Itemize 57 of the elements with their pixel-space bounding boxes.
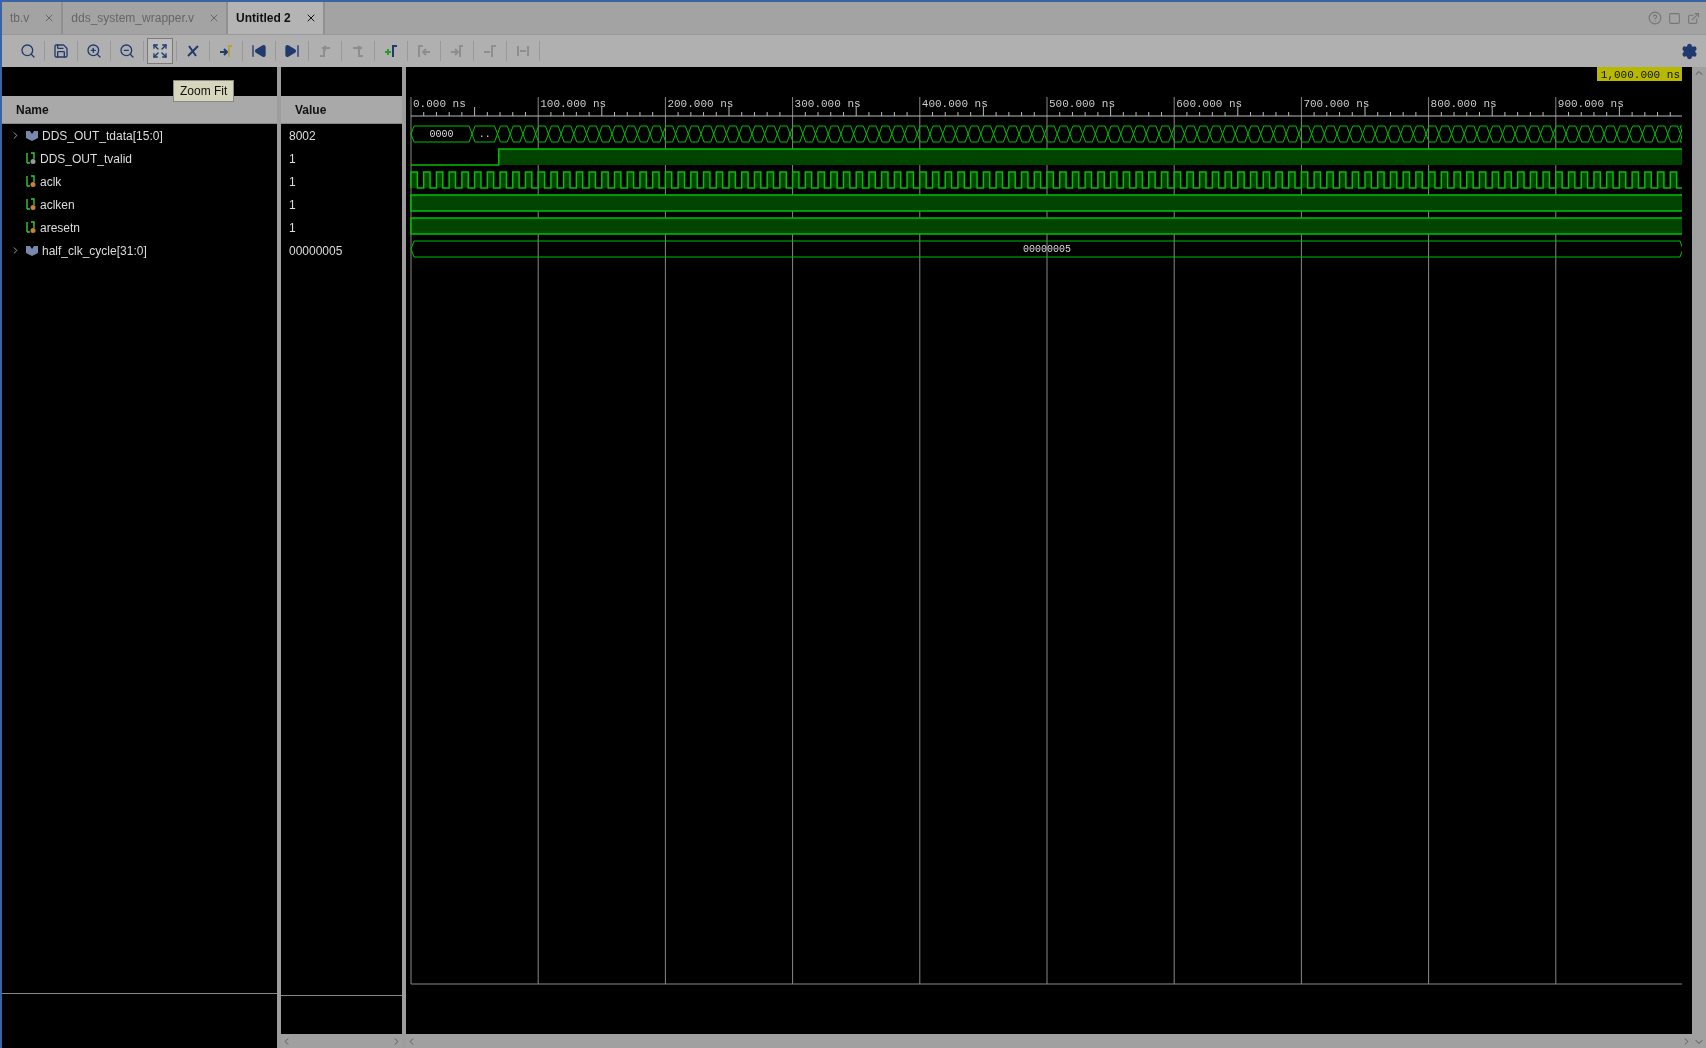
time-label: 600.000 ns	[1176, 98, 1243, 110]
expand-arrows-icon	[152, 43, 168, 59]
toolbar-button[interactable]	[147, 38, 173, 64]
crossed-cursor-icon	[185, 43, 201, 59]
value-column-header[interactable]: Value	[281, 96, 402, 124]
float-icon[interactable]	[1687, 11, 1700, 25]
bus-value: 0000	[429, 129, 454, 140]
step-right-icon	[350, 43, 366, 59]
signal-name[interactable]: aclken	[40, 197, 75, 212]
signal-name[interactable]: half_clk_cycle[31:0]	[42, 243, 147, 258]
search-icon	[20, 43, 36, 59]
wire-icon	[26, 175, 36, 188]
time-label: 900.000 ns	[1557, 98, 1624, 110]
zoom-in-icon	[86, 43, 102, 59]
maximize-icon[interactable]	[1668, 11, 1681, 25]
span-icon	[515, 43, 531, 59]
signal-value: 00000005	[289, 243, 343, 258]
zoom-out-icon	[119, 43, 135, 59]
marker-icon	[482, 43, 498, 59]
help-icon[interactable]	[1648, 11, 1662, 25]
signal-value: 1	[289, 174, 296, 189]
signal-name[interactable]: DDS_OUT_tdata[15:0]	[42, 128, 163, 143]
time-label: 400.000 ns	[921, 98, 988, 110]
arrow-to-marker-icon	[218, 43, 234, 59]
signal-name[interactable]: aresetn	[40, 220, 81, 235]
wire-icon	[26, 198, 36, 211]
bus-value: 00000005	[1023, 244, 1071, 255]
tooltip: Zoom Fit	[173, 80, 235, 102]
signal-name[interactable]: aclk	[40, 174, 62, 189]
signal-value: 1	[289, 220, 296, 235]
skip-back-icon	[251, 43, 267, 59]
time-label: 100.000 ns	[540, 98, 607, 110]
wire-icon	[26, 221, 36, 234]
bus-value: ..	[478, 129, 491, 140]
bus-icon	[26, 130, 38, 141]
signal-name[interactable]: DDS_OUT_tvalid	[40, 151, 133, 166]
settings-icon[interactable]	[1681, 42, 1698, 60]
editor-tab[interactable]: Untitled 2	[228, 2, 325, 34]
vertical-scrollbar[interactable]	[1692, 67, 1706, 1048]
time-label: 700.000 ns	[1303, 98, 1370, 110]
add-marker-icon	[383, 43, 399, 59]
signal-value: 8002	[289, 128, 316, 143]
time-label: 200.000 ns	[667, 98, 734, 110]
signal-value: 1	[289, 151, 296, 166]
step-left-icon	[317, 43, 333, 59]
time-label: 800.000 ns	[1430, 98, 1497, 110]
marker-left-icon	[416, 43, 432, 59]
cursor-time: 1,000.000 ns	[1600, 69, 1680, 81]
marker-right-icon	[449, 43, 465, 59]
signal-value: 1	[289, 197, 296, 212]
name-column-header[interactable]: Name	[2, 96, 277, 124]
skip-forward-icon	[284, 43, 300, 59]
time-label: 500.000 ns	[1049, 98, 1115, 110]
time-label: 300.000 ns	[794, 98, 861, 110]
wire-icon	[26, 152, 36, 165]
time-label: 0.000 ns	[413, 98, 466, 110]
bus-icon	[26, 245, 38, 256]
